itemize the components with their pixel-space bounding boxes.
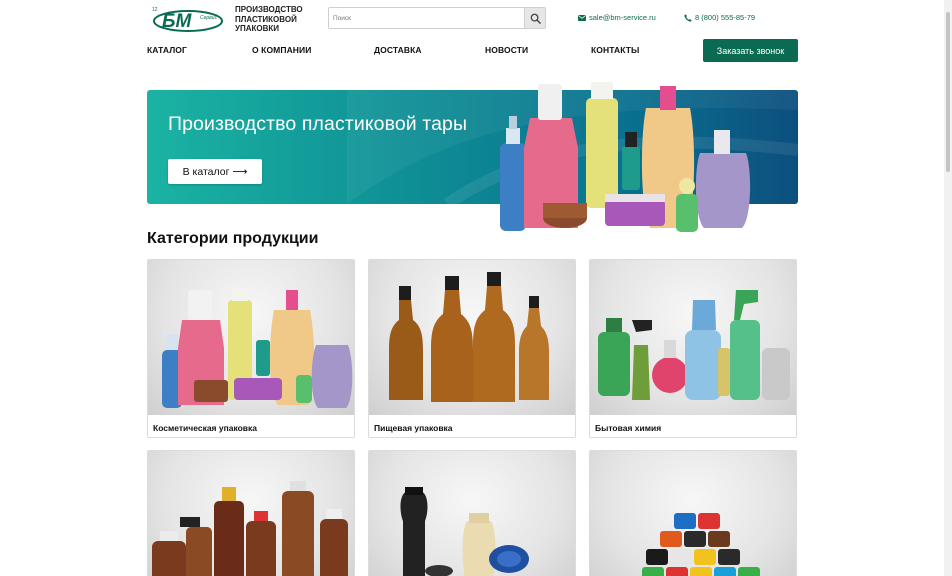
search-button[interactable] — [524, 8, 545, 28]
envelope-icon — [578, 14, 586, 21]
category-image-4 — [148, 451, 354, 576]
hero-title: Производство пластиковой тары — [168, 113, 468, 135]
search-input[interactable] — [329, 8, 525, 28]
phone-icon — [684, 13, 692, 22]
category-card-household[interactable]: Бытовая химия — [589, 259, 797, 438]
category-label: Бытовая химия — [595, 423, 662, 433]
category-image-6 — [590, 451, 796, 576]
nav-contacts[interactable]: КОНТАКТЫ — [591, 45, 639, 55]
logo-mark: 12 — [152, 7, 158, 13]
nav-catalog[interactable]: КАТАЛОГ — [147, 45, 187, 55]
email-text: sale@bm-service.ru — [589, 13, 656, 22]
categories-title: Категории продукции — [147, 230, 319, 247]
logo[interactable]: БМ Сервис 12 — [152, 5, 224, 33]
scrollbar-thumb[interactable] — [946, 12, 950, 172]
contact-email[interactable]: sale@bm-service.ru — [578, 13, 656, 22]
page-scrollbar[interactable] — [944, 0, 952, 576]
contact-phone[interactable]: 8 (800) 555-85-79 — [684, 13, 755, 22]
logo-mark-icon: БМ Сервис 12 — [152, 7, 223, 32]
category-label: Косметическая упаковка — [153, 423, 257, 433]
category-label: Пищевая упаковка — [374, 423, 453, 433]
company-tagline: ПРОИЗВОДСТВО ПЛАСТИКОВОЙ УПАКОВКИ — [235, 5, 303, 33]
category-card-6[interactable] — [589, 450, 797, 576]
logo-sub: Сервис — [200, 15, 218, 21]
hero-bottles-image — [500, 82, 751, 232]
callback-button[interactable]: Заказать звонок — [703, 39, 798, 62]
nav-delivery[interactable]: ДОСТАВКА — [374, 45, 422, 55]
search-icon — [530, 13, 541, 24]
nav-about[interactable]: О КОМПАНИИ — [252, 45, 311, 55]
search-box — [328, 7, 546, 29]
category-card-food[interactable]: Пищевая упаковка — [368, 259, 576, 438]
category-image-cosmetic — [148, 260, 354, 415]
nav-news[interactable]: НОВОСТИ — [485, 45, 528, 55]
category-image-food — [369, 260, 575, 415]
hero-catalog-button[interactable]: В каталог ⟶ — [168, 159, 262, 184]
category-card-4[interactable] — [147, 450, 355, 576]
category-image-household — [590, 260, 796, 415]
phone-text: 8 (800) 555-85-79 — [695, 13, 756, 22]
category-image-5 — [369, 451, 575, 576]
category-card-5[interactable] — [368, 450, 576, 576]
logo-text: БМ — [162, 11, 192, 32]
category-card-cosmetic[interactable]: Косметическая упаковка — [147, 259, 355, 438]
